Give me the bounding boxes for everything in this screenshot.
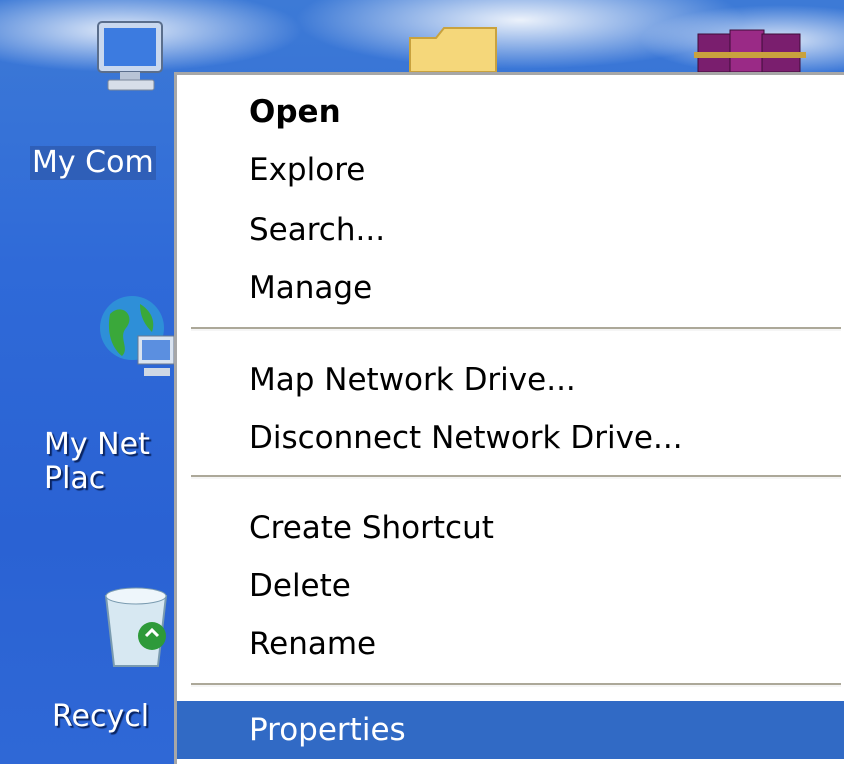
menu-item-search[interactable]: Search...: [177, 201, 844, 259]
my-computer-icon[interactable]: [92, 18, 174, 100]
my-network-places-icon[interactable]: [96, 292, 175, 382]
menu-item-rename[interactable]: Rename: [177, 615, 844, 673]
winrar-books-icon[interactable]: [690, 24, 810, 73]
menu-item-properties[interactable]: Properties: [177, 701, 844, 759]
context-menu: Open Explore Search... Manage Map Networ…: [174, 72, 844, 764]
folder-icon[interactable]: [406, 24, 500, 73]
menu-item-create-shortcut[interactable]: Create Shortcut: [177, 499, 844, 557]
menu-item-disconnect-network-drive[interactable]: Disconnect Network Drive...: [177, 409, 844, 467]
menu-separator: [191, 475, 841, 479]
recycle-bin-label[interactable]: Recycl: [52, 700, 149, 734]
menu-item-open[interactable]: Open: [177, 83, 844, 141]
menu-item-explore[interactable]: Explore: [177, 141, 844, 199]
menu-item-map-network-drive[interactable]: Map Network Drive...: [177, 351, 844, 409]
menu-separator: [191, 683, 841, 687]
my-network-places-label[interactable]: My Net Plac: [44, 428, 150, 496]
menu-item-manage[interactable]: Manage: [177, 259, 844, 317]
recycle-bin-icon[interactable]: [96, 582, 174, 670]
menu-item-delete[interactable]: Delete: [177, 557, 844, 615]
menu-separator: [191, 327, 841, 331]
my-computer-label[interactable]: My Com: [30, 146, 156, 180]
